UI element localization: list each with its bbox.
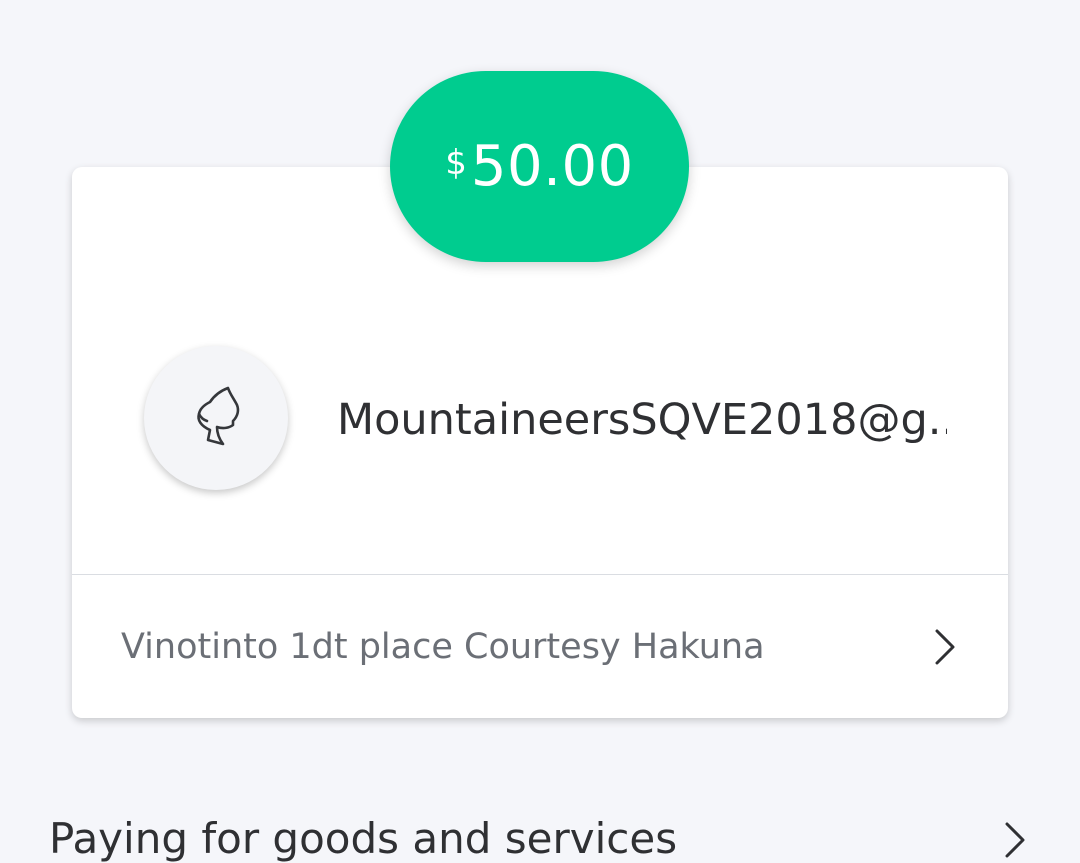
chevron-right-icon: [935, 629, 955, 665]
chevron-right-icon[interactable]: [1000, 820, 1030, 860]
profile-silhouette-icon: [197, 386, 240, 446]
amount-value: 50.00: [470, 134, 634, 199]
currency-symbol: $: [445, 143, 467, 183]
payment-note-row[interactable]: Vinotinto 1dt place Courtesy Hakuna: [72, 575, 1008, 718]
recipient-name: MountaineersSQVE2018@g...: [337, 395, 947, 445]
amount-badge: $ 50.00: [390, 71, 689, 262]
avatar: [144, 346, 288, 490]
payment-note: Vinotinto 1dt place Courtesy Hakuna: [121, 627, 765, 667]
